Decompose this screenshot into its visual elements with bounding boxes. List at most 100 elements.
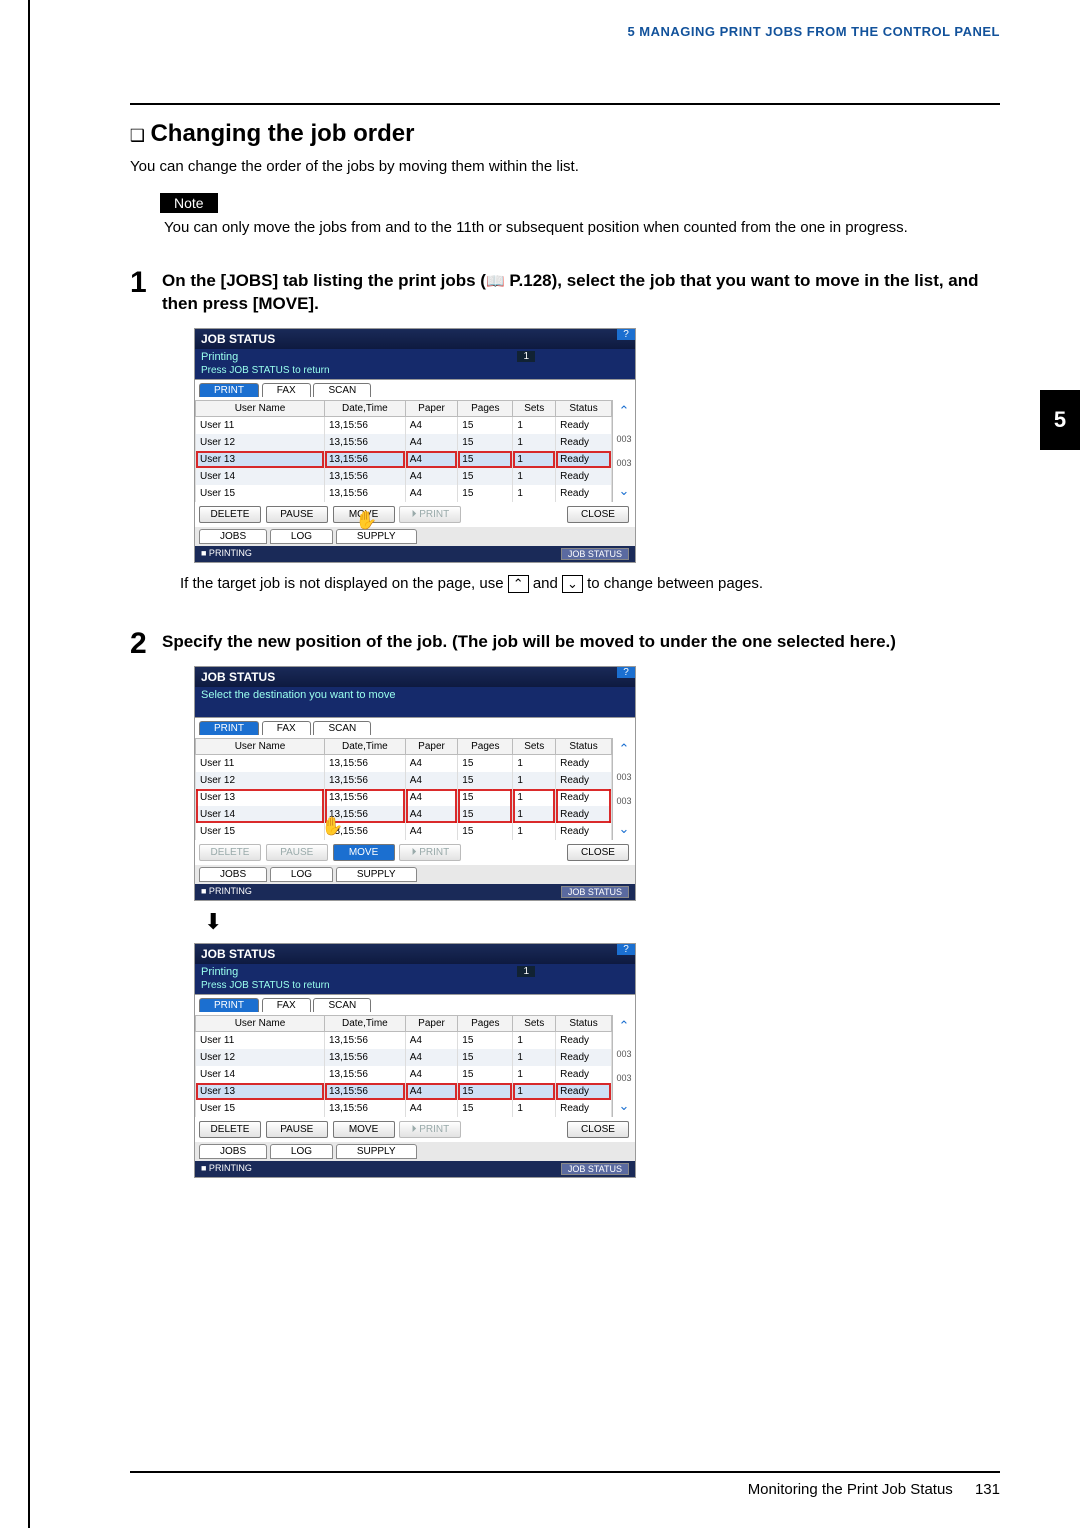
table-row[interactable]: User 1313,15:56A4151Ready bbox=[196, 789, 612, 806]
print-icon: ⏵ bbox=[411, 1124, 416, 1135]
help-icon[interactable]: ? bbox=[617, 944, 635, 955]
subtab-log[interactable]: LOG bbox=[270, 867, 333, 882]
subtab-supply[interactable]: SUPPLY bbox=[336, 529, 417, 544]
print-button[interactable]: ⏵ PRINT bbox=[399, 506, 461, 523]
jobstatus-button[interactable]: JOB STATUS bbox=[561, 548, 629, 560]
step-2: 2 Specify the new position of the job. (… bbox=[130, 631, 1000, 654]
subtab-jobs[interactable]: JOBS bbox=[199, 1144, 267, 1159]
down-key-icon: ⌄ bbox=[562, 575, 583, 593]
step-text: Specify the new position of the job. (Th… bbox=[162, 631, 1000, 654]
left-margin-rule bbox=[28, 0, 30, 1528]
table-row[interactable]: User 1513,15:56A4151Ready bbox=[196, 485, 612, 502]
close-button[interactable]: CLOSE bbox=[567, 506, 629, 523]
jobstatus-button[interactable]: JOB STATUS bbox=[561, 886, 629, 898]
panel-title: JOB STATUS bbox=[201, 947, 275, 961]
section-title-text: Changing the job order bbox=[150, 120, 414, 147]
move-button[interactable]: MOVE bbox=[333, 844, 395, 861]
table-row-selected[interactable]: User 1313,15:56A4151Ready bbox=[196, 1083, 612, 1100]
table-row[interactable]: User 1113,15:56A4151Ready bbox=[196, 754, 612, 772]
job-status-panel-1: JOB STATUS ? Printing 1 Press JOB STATUS… bbox=[194, 328, 636, 563]
delete-button[interactable]: DELETE bbox=[199, 506, 261, 523]
col-status: Status bbox=[556, 400, 612, 416]
scrollbar: ⌃ 003 003 ⌄ bbox=[612, 738, 635, 840]
job-status-panel-2: JOB STATUS? Select the destination you w… bbox=[194, 666, 636, 901]
print-icon: ⏵ bbox=[411, 847, 416, 858]
help-icon[interactable]: ? bbox=[617, 667, 635, 678]
footer-printing: ■ PRINTING bbox=[201, 886, 252, 896]
scroll-down-icon[interactable]: ⌄ bbox=[619, 821, 630, 837]
tab-scan[interactable]: SCAN bbox=[313, 721, 371, 735]
book-icon: 📖 bbox=[486, 272, 505, 292]
panel-subheader-spacer bbox=[195, 703, 635, 717]
table-row[interactable]: User 1513,15:56A4151Ready bbox=[196, 1100, 612, 1117]
table-row[interactable]: User 1413,15:56A4151Ready bbox=[196, 806, 612, 823]
jobstatus-button[interactable]: JOB STATUS bbox=[561, 1163, 629, 1175]
pause-button[interactable]: PAUSE bbox=[266, 1121, 328, 1138]
table-row[interactable]: User 1213,15:56A4151Ready bbox=[196, 434, 612, 451]
subtab-log[interactable]: LOG bbox=[270, 529, 333, 544]
pause-button: PAUSE bbox=[266, 844, 328, 861]
scroll-up-icon[interactable]: ⌃ bbox=[619, 741, 630, 757]
scroll-down-icon[interactable]: ⌄ bbox=[619, 1098, 630, 1114]
printing-label: Printing bbox=[201, 966, 238, 978]
table-row[interactable]: User 1113,15:56A4151Ready bbox=[196, 416, 612, 434]
tab-fax[interactable]: FAX bbox=[262, 998, 311, 1012]
table-row[interactable]: User 1113,15:56A4151Ready bbox=[196, 1031, 612, 1049]
table-row[interactable]: User 1213,15:56A4151Ready bbox=[196, 1049, 612, 1066]
close-button[interactable]: CLOSE bbox=[567, 844, 629, 861]
scrollbar: ⌃ 003 003 ⌄ bbox=[612, 400, 635, 502]
print-button[interactable]: ⏵ PRINT bbox=[399, 1121, 461, 1138]
col-pages: Pages bbox=[458, 400, 513, 416]
tab-scan[interactable]: SCAN bbox=[313, 383, 371, 397]
print-icon: ⏵ bbox=[411, 509, 416, 520]
scroll-pos-bot: 003 bbox=[616, 458, 631, 468]
jobs-table: User NameDate,TimePaperPagesSetsStatus U… bbox=[195, 1015, 612, 1117]
table-row-selected[interactable]: User 1313,15:56A4151Ready bbox=[196, 451, 612, 468]
count-badge: 1 bbox=[517, 966, 535, 977]
tab-fax[interactable]: FAX bbox=[262, 383, 311, 397]
panel-subheader: Printing 1 bbox=[195, 349, 635, 365]
col-datetime: Date,Time bbox=[325, 400, 406, 416]
tab-print[interactable]: PRINT bbox=[199, 721, 259, 735]
scroll-up-icon[interactable]: ⌃ bbox=[619, 1018, 630, 1034]
subtab-jobs[interactable]: JOBS bbox=[199, 529, 267, 544]
subtab-log[interactable]: LOG bbox=[270, 1144, 333, 1159]
footer-printing: ■ PRINTING bbox=[201, 548, 252, 558]
jobs-table: User Name Date,Time Paper Pages Sets Sta… bbox=[195, 400, 612, 502]
help-icon[interactable]: ? bbox=[617, 329, 635, 340]
delete-button[interactable]: DELETE bbox=[199, 1121, 261, 1138]
panel-subtabs: JOBS LOG SUPPLY bbox=[195, 527, 635, 546]
step-text: On the [JOBS] tab listing the print jobs… bbox=[162, 270, 1000, 316]
page-number: 131 bbox=[975, 1481, 1000, 1498]
close-button[interactable]: CLOSE bbox=[567, 1121, 629, 1138]
tab-print[interactable]: PRINT bbox=[199, 383, 259, 397]
down-arrow-icon: ⬇ bbox=[204, 909, 1000, 935]
col-user: User Name bbox=[196, 400, 325, 416]
delete-button: DELETE bbox=[199, 844, 261, 861]
table-row[interactable]: User 1213,15:56A4151Ready bbox=[196, 772, 612, 789]
section-title: ❑Changing the job order bbox=[130, 119, 1000, 148]
subtab-supply[interactable]: SUPPLY bbox=[336, 867, 417, 882]
tab-print[interactable]: PRINT bbox=[199, 998, 259, 1012]
panel-footer: ■ PRINTING JOB STATUS bbox=[195, 546, 635, 562]
panel-subheader: Select the destination you want to move bbox=[195, 687, 635, 703]
panel-titlebar: JOB STATUS ? bbox=[195, 329, 635, 349]
subtab-supply[interactable]: SUPPLY bbox=[336, 1144, 417, 1159]
table-row[interactable]: User 1413,15:56A4151Ready bbox=[196, 1066, 612, 1083]
panel-type-tabs: PRINT FAX SCAN bbox=[195, 379, 635, 400]
step-number: 2 bbox=[130, 627, 147, 661]
move-button[interactable]: MOVE bbox=[333, 1121, 395, 1138]
footer-rule bbox=[130, 1471, 1000, 1473]
subtab-jobs[interactable]: JOBS bbox=[199, 867, 267, 882]
scroll-down-icon[interactable]: ⌄ bbox=[619, 483, 630, 499]
tab-fax[interactable]: FAX bbox=[262, 721, 311, 735]
col-paper: Paper bbox=[405, 400, 458, 416]
scroll-pos-top: 003 bbox=[616, 434, 631, 444]
pause-button[interactable]: PAUSE bbox=[266, 506, 328, 523]
page-footer: Monitoring the Print Job Status 131 bbox=[130, 1463, 1000, 1498]
table-row[interactable]: User 1513,15:56A4151Ready bbox=[196, 823, 612, 840]
tab-scan[interactable]: SCAN bbox=[313, 998, 371, 1012]
scroll-up-icon[interactable]: ⌃ bbox=[619, 403, 630, 419]
table-row[interactable]: User 1413,15:56A4151Ready bbox=[196, 468, 612, 485]
chapter-thumb-tab: 5 bbox=[1040, 390, 1080, 450]
